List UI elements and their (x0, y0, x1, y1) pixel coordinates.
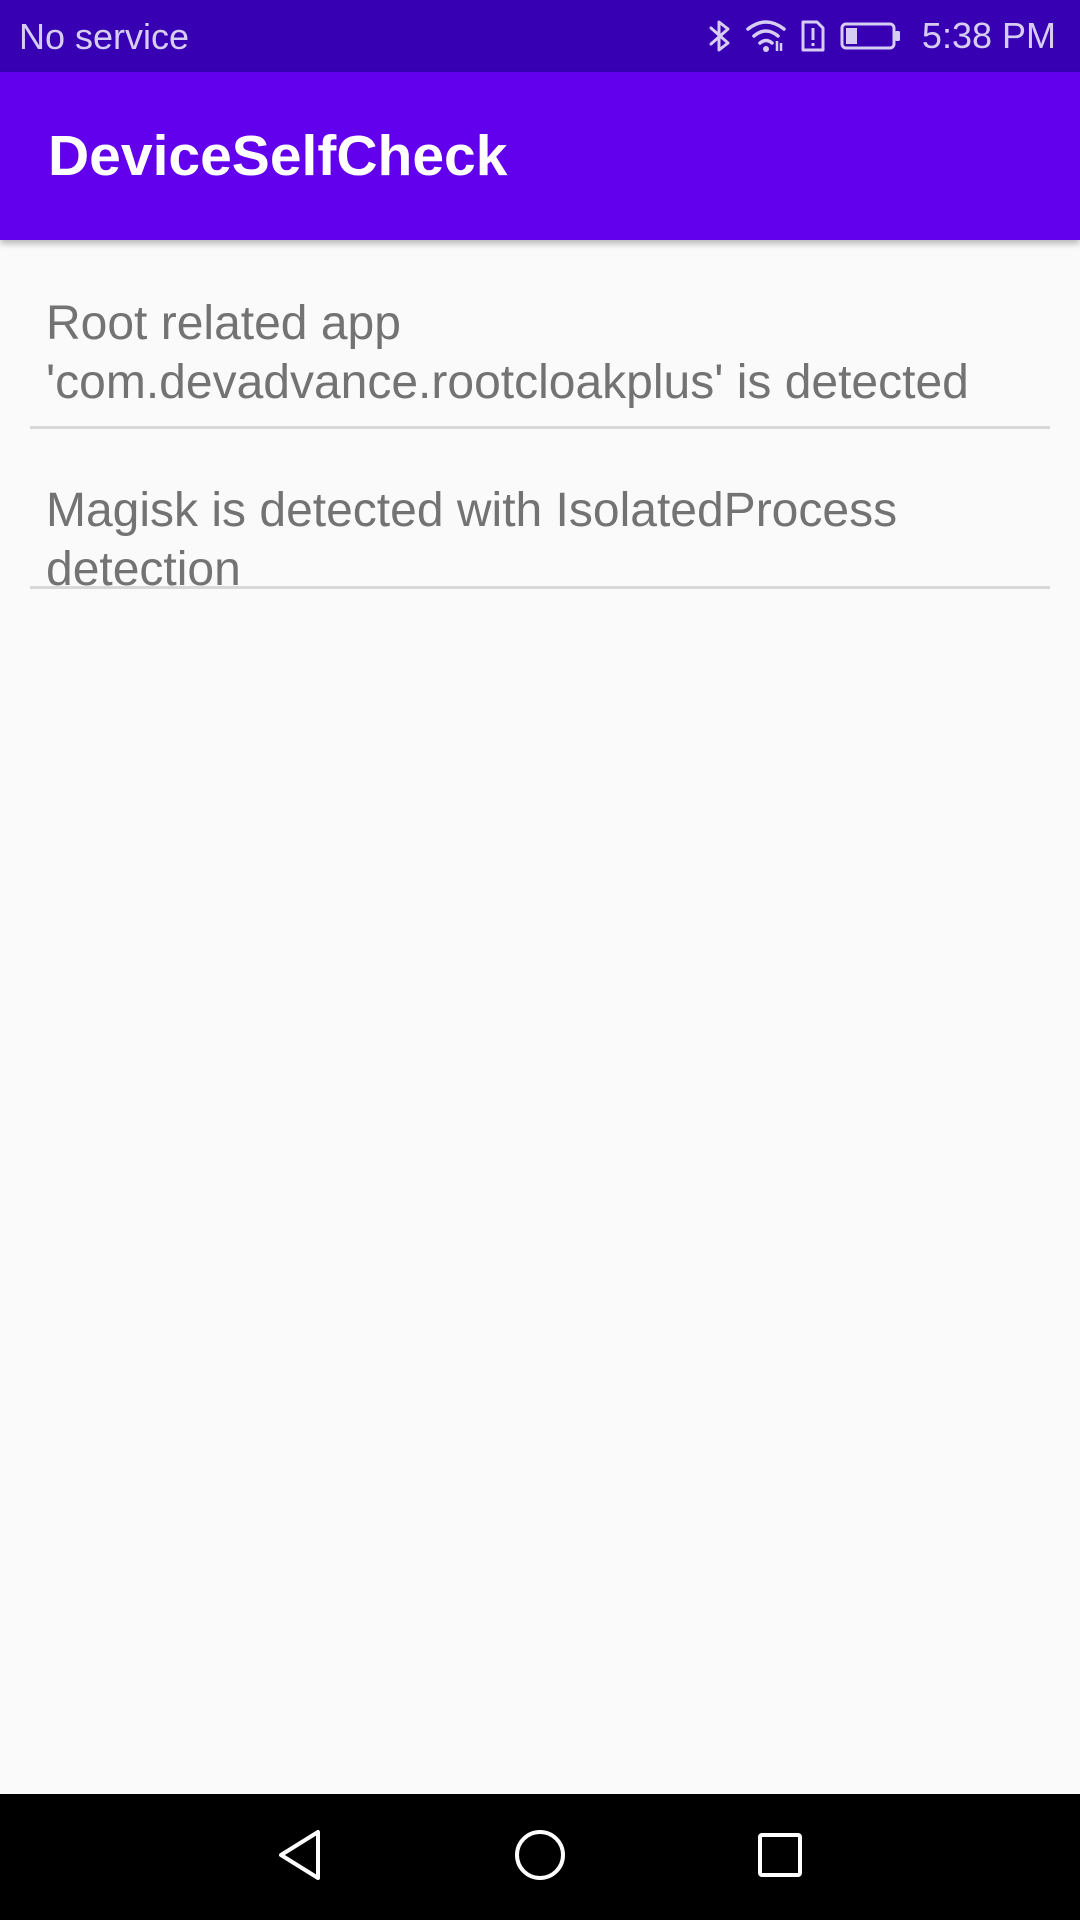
results-list: Root related app 'com.devadvance.rootclo… (30, 240, 1050, 596)
battery-icon (840, 21, 902, 51)
sim-alert-icon (800, 19, 826, 53)
back-icon (276, 1828, 324, 1887)
back-button[interactable] (240, 1794, 360, 1920)
wifi-icon (746, 19, 786, 53)
home-icon (513, 1828, 567, 1887)
list-item: Magisk is detected with IsolatedProcess … (30, 429, 1050, 596)
result-text: Root related app 'com.devadvance.rootclo… (46, 297, 969, 409)
recents-button[interactable] (720, 1794, 840, 1920)
result-text: Magisk is detected with IsolatedProcess … (46, 484, 898, 596)
home-button[interactable] (480, 1794, 600, 1920)
app-bar: DeviceSelfCheck (0, 72, 1080, 240)
navigation-bar (0, 1794, 1080, 1920)
page-title: DeviceSelfCheck (48, 124, 508, 188)
screen: No service 5:38 PM DeviceSelfCheck Root … (0, 0, 1080, 1920)
list-item: Root related app 'com.devadvance.rootclo… (30, 240, 1050, 429)
status-bar: No service 5:38 PM (0, 0, 1080, 72)
status-time: 5:38 PM (921, 15, 1056, 56)
carrier-label: No service (19, 16, 190, 57)
status-icons: 5:38 PM (708, 0, 1056, 72)
recents-icon (756, 1831, 804, 1884)
bluetooth-icon (708, 18, 732, 54)
